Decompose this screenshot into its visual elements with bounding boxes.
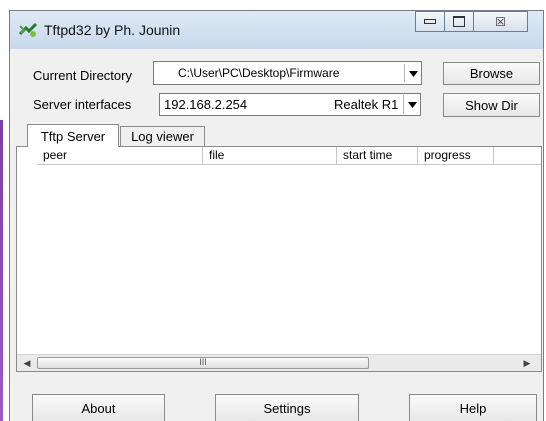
server-adapter-value: Realtek R1	[334, 97, 399, 112]
scroll-left-arrow-icon[interactable]: ◀	[21, 357, 33, 369]
current-directory-label: Current Directory	[33, 68, 132, 83]
server-ip-value: 192.168.2.254	[164, 97, 248, 112]
server-interfaces-select[interactable]: 192.168.2.254 Realtek R1	[159, 93, 421, 116]
close-icon: ☒	[495, 14, 506, 29]
close-button[interactable]: ☒	[473, 11, 528, 32]
scroll-right-arrow-icon[interactable]: ▶	[521, 357, 533, 369]
minimize-button[interactable]	[415, 11, 445, 32]
column-header-extra[interactable]	[494, 147, 541, 165]
tftpd-app-icon	[18, 20, 38, 40]
tab-log-viewer[interactable]: Log viewer	[120, 126, 205, 146]
horizontal-scrollbar[interactable]: ◀ III ▶	[17, 354, 541, 371]
column-header-progress[interactable]: progress	[418, 147, 494, 165]
settings-button[interactable]: Settings	[215, 394, 359, 421]
help-button[interactable]: Help	[409, 394, 537, 421]
column-header-file[interactable]: file	[203, 147, 337, 165]
window-title: Tftpd32 by Ph. Jounin	[44, 22, 181, 38]
title-bar[interactable]: Tftpd32 by Ph. Jounin ☒	[10, 11, 543, 49]
scrollbar-thumb[interactable]: III	[37, 357, 369, 369]
grip-icon: III	[199, 357, 207, 367]
transfer-table: peer file start time progress ◀ III ▶	[16, 146, 542, 372]
backdrop-edge	[0, 120, 3, 421]
table-body	[17, 165, 541, 354]
current-directory-select[interactable]: C:\User\PC\Desktop\Firmware	[153, 61, 422, 85]
chevron-down-icon[interactable]	[404, 64, 421, 83]
minimize-icon	[424, 19, 436, 24]
column-header-peer[interactable]: peer	[37, 147, 203, 165]
about-button[interactable]: About	[32, 394, 165, 421]
maximize-button[interactable]	[444, 11, 474, 32]
show-dir-button[interactable]: Show Dir	[443, 93, 540, 117]
maximize-icon	[453, 16, 465, 27]
current-directory-value: C:\User\PC\Desktop\Firmware	[178, 66, 340, 80]
browse-button[interactable]: Browse	[443, 62, 540, 85]
tab-tftp-server[interactable]: Tftp Server	[27, 124, 119, 147]
chevron-down-icon[interactable]	[403, 95, 420, 114]
column-header-start-time[interactable]: start time	[337, 147, 418, 165]
app-window: Tftpd32 by Ph. Jounin ☒ Current Director…	[9, 10, 544, 421]
server-interfaces-label: Server interfaces	[33, 97, 132, 112]
